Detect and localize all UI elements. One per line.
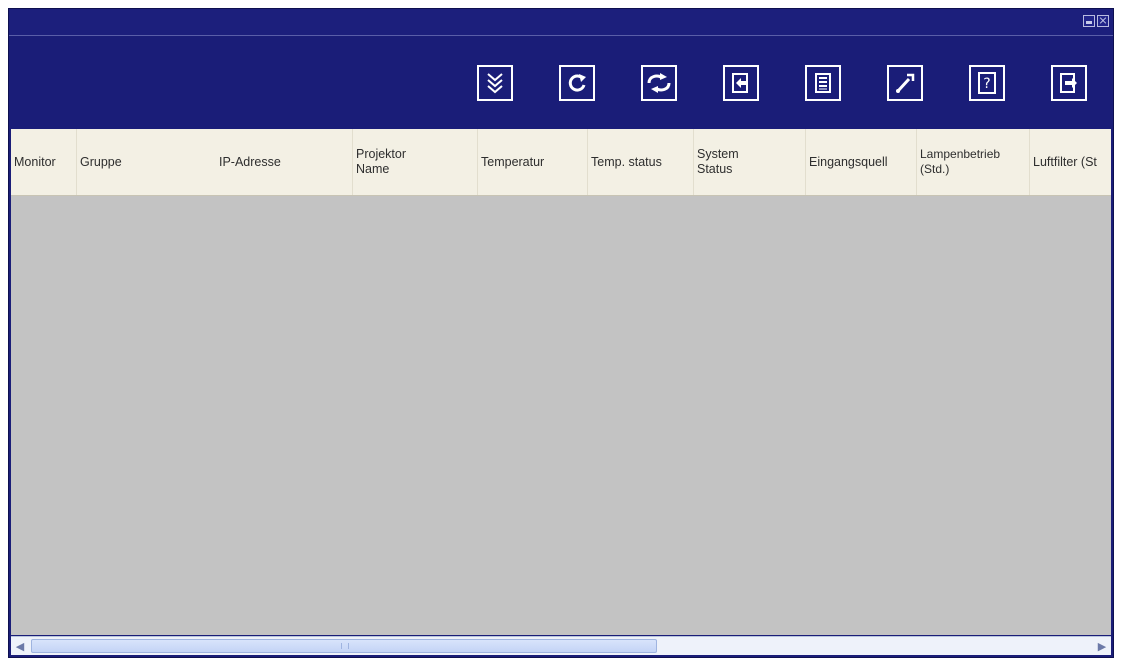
help-button[interactable]: ? xyxy=(969,65,1005,101)
expand-down-icon xyxy=(487,73,503,94)
column-header-ip-adresse[interactable]: IP-Adresse xyxy=(216,129,353,195)
column-header-temperatur[interactable]: Temperatur xyxy=(478,129,588,195)
list-view-icon xyxy=(815,73,831,93)
column-header-temp-status[interactable]: Temp. status xyxy=(588,129,694,195)
column-header-system-status[interactable]: System Status xyxy=(694,129,806,195)
column-header-projektor-name[interactable]: Projektor Name xyxy=(353,129,478,195)
close-icon[interactable] xyxy=(1097,15,1109,27)
scrollbar-thumb[interactable] xyxy=(31,639,657,653)
column-header-lampenbetrieb[interactable]: Lampenbetrieb (Std.) xyxy=(917,129,1030,195)
login-button[interactable] xyxy=(723,65,759,101)
table-body[interactable] xyxy=(11,196,1111,635)
grip-icon xyxy=(341,643,349,649)
projector-table: Monitor Gruppe IP-Adresse Projektor Name… xyxy=(11,129,1111,635)
scroll-right-icon[interactable]: ▶ xyxy=(1093,637,1111,655)
list-view-button[interactable] xyxy=(805,65,841,101)
exit-icon xyxy=(1060,73,1077,93)
window-controls xyxy=(1083,15,1109,27)
column-header-eingangsquelle[interactable]: Eingangsquell xyxy=(806,129,917,195)
settings-button[interactable] xyxy=(887,65,923,101)
app-window: ? Monitor Gruppe IP-Adresse Projektor Na… xyxy=(8,8,1114,658)
exit-button[interactable] xyxy=(1051,65,1087,101)
help-icon: ? xyxy=(978,72,996,94)
title-bar xyxy=(9,9,1113,36)
refresh-button[interactable] xyxy=(559,65,595,101)
refresh-icon xyxy=(568,74,586,92)
scroll-left-icon[interactable]: ◀ xyxy=(11,637,29,655)
column-header-monitor[interactable]: Monitor xyxy=(11,129,77,195)
reconnect-icon xyxy=(647,73,671,93)
column-header-gruppe[interactable]: Gruppe xyxy=(77,129,216,195)
toolbar: ? xyxy=(9,36,1113,129)
minimize-icon[interactable] xyxy=(1083,15,1095,27)
column-header-luftfilter[interactable]: Luftfilter (St xyxy=(1030,129,1111,195)
expand-down-button[interactable] xyxy=(477,65,513,101)
help-symbol: ? xyxy=(983,76,990,92)
horizontal-scrollbar[interactable]: ◀ ▶ xyxy=(11,636,1111,655)
reconnect-button[interactable] xyxy=(641,65,677,101)
table-header: Monitor Gruppe IP-Adresse Projektor Name… xyxy=(11,129,1111,196)
login-icon xyxy=(732,73,748,93)
wrench-icon xyxy=(896,73,915,93)
